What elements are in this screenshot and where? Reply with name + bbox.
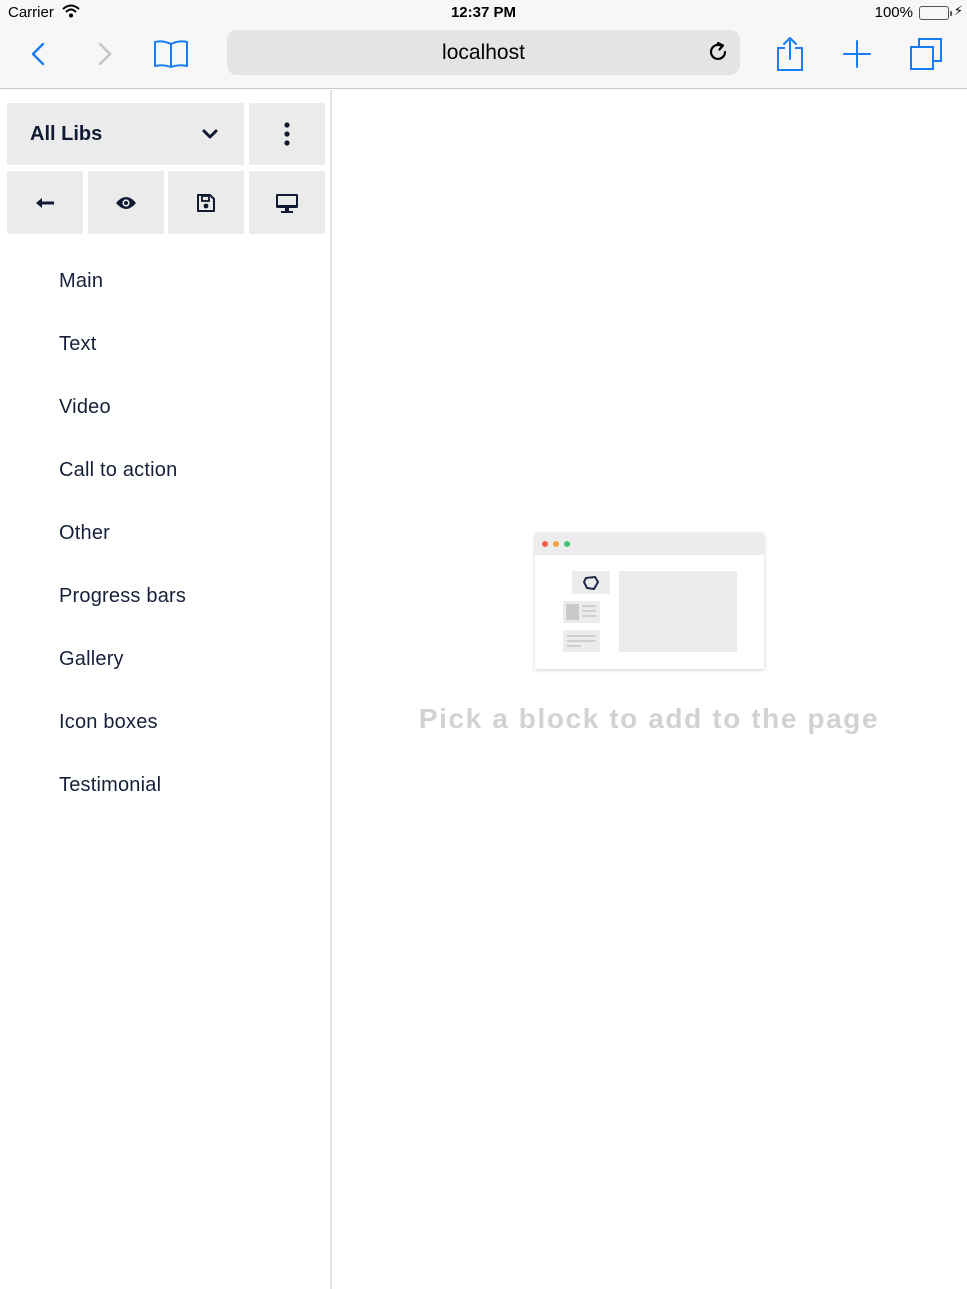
status-bar: Carrier 12:37 PM 100% ⚡ [0, 0, 967, 26]
illustration-media-card [563, 601, 600, 623]
category-other[interactable]: Other [0, 502, 330, 565]
reload-button[interactable] [704, 38, 732, 66]
category-gallery[interactable]: Gallery [0, 628, 330, 691]
blocks-sidebar: All Libs Main Text Video Call to action … [0, 90, 332, 1289]
arrow-left-icon [36, 197, 54, 208]
illustration-window-bar [535, 533, 764, 555]
window-dot-green [564, 541, 570, 547]
empty-state-illustration [535, 533, 764, 669]
category-testimonial[interactable]: Testimonial [0, 754, 330, 817]
plus-icon [843, 40, 871, 68]
battery-percent: 100% [874, 4, 913, 21]
forward-button[interactable] [83, 32, 127, 76]
desktop-icon [276, 193, 298, 213]
floppy-disk-icon [197, 193, 215, 212]
desktop-view-button[interactable] [249, 171, 325, 234]
window-dot-orange [553, 541, 559, 547]
bookmarks-button[interactable] [149, 32, 193, 76]
book-icon [154, 40, 188, 68]
chevron-left-icon [31, 42, 45, 66]
address-bar[interactable]: localhost [227, 30, 740, 75]
more-options-button[interactable] [249, 103, 325, 165]
empty-state-message: Pick a block to add to the page [418, 703, 880, 734]
reload-icon [709, 41, 727, 61]
illustration-content-area [619, 571, 737, 652]
category-list: Main Text Video Call to action Other Pro… [0, 250, 330, 817]
illustration-text-card [563, 630, 600, 652]
eye-icon [116, 196, 136, 209]
tabs-icon [910, 38, 942, 70]
browser-toolbar: Carrier 12:37 PM 100% ⚡ localhost [0, 0, 967, 89]
category-text[interactable]: Text [0, 313, 330, 376]
library-select[interactable]: All Libs [7, 103, 244, 165]
block-placeholder-icon [572, 571, 610, 594]
bolt-icon: ⚡ [953, 3, 963, 18]
chevron-right-icon [98, 42, 112, 66]
category-icon-boxes[interactable]: Icon boxes [0, 691, 330, 754]
category-video[interactable]: Video [0, 376, 330, 439]
category-progress-bars[interactable]: Progress bars [0, 565, 330, 628]
save-button[interactable] [168, 171, 244, 234]
back-tool-button[interactable] [7, 171, 83, 234]
url-text: localhost [442, 41, 525, 64]
kebab-menu-icon [284, 122, 290, 146]
new-tab-button[interactable] [835, 32, 879, 76]
window-dot-red [542, 541, 548, 547]
battery-icon [919, 6, 952, 20]
back-button[interactable] [16, 32, 60, 76]
preview-button[interactable] [88, 171, 164, 234]
chevron-down-icon [202, 129, 218, 138]
category-call-to-action[interactable]: Call to action [0, 439, 330, 502]
category-main[interactable]: Main [0, 250, 330, 313]
tabs-button[interactable] [904, 32, 948, 76]
share-button[interactable] [768, 32, 812, 76]
share-icon [777, 37, 803, 71]
page-canvas[interactable]: Pick a block to add to the page [334, 90, 967, 1289]
status-time: 12:37 PM [450, 4, 517, 21]
library-select-label: All Libs [30, 122, 103, 145]
